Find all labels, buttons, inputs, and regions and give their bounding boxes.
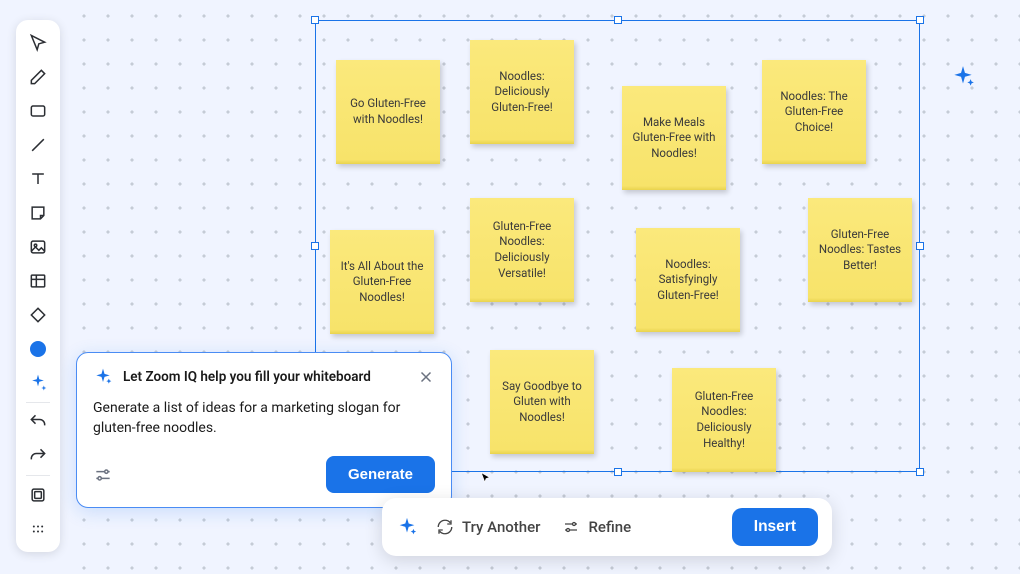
try-another-label: Try Another bbox=[462, 518, 540, 536]
sticky-note[interactable]: Noodles: Deliciously Gluten-Free! bbox=[470, 40, 574, 144]
ai-tool[interactable] bbox=[20, 366, 56, 400]
diamond-icon bbox=[28, 305, 48, 325]
refine-label: Refine bbox=[588, 518, 631, 536]
ai-panel-title: Let Zoom IQ help you fill your whiteboar… bbox=[123, 369, 407, 385]
sparkle-icon bbox=[396, 516, 418, 538]
generate-button[interactable]: Generate bbox=[326, 456, 435, 493]
diamond-tool[interactable] bbox=[20, 298, 56, 332]
text-icon bbox=[28, 169, 48, 189]
ai-assist-panel: Let Zoom IQ help you fill your whiteboar… bbox=[76, 352, 452, 508]
pointer-tool[interactable] bbox=[20, 26, 56, 60]
ai-prompt-text[interactable]: Generate a list of ideas for a marketing… bbox=[93, 399, 435, 438]
table-icon bbox=[28, 271, 48, 291]
image-tool[interactable] bbox=[20, 230, 56, 264]
redo-icon bbox=[28, 446, 48, 466]
resize-handle-tl[interactable] bbox=[311, 16, 319, 24]
pencil-tool[interactable] bbox=[20, 60, 56, 94]
close-icon[interactable] bbox=[417, 368, 435, 386]
ai-action-bar: Try Another Refine Insert bbox=[382, 498, 832, 556]
sparkle-icon bbox=[950, 64, 976, 90]
resize-handle-bm[interactable] bbox=[614, 468, 622, 476]
rectangle-icon bbox=[28, 101, 48, 121]
insert-button[interactable]: Insert bbox=[732, 508, 818, 546]
sticky-text: Gluten-Free Noodles: Deliciously Healthy… bbox=[680, 389, 768, 451]
pointer-icon bbox=[28, 33, 48, 53]
sticky-text: Noodles: Satisfyingly Gluten-Free! bbox=[644, 257, 732, 304]
undo-icon bbox=[28, 412, 48, 432]
more-icon bbox=[28, 519, 48, 539]
sticky-note[interactable]: Say Goodbye to Gluten with Noodles! bbox=[490, 350, 594, 454]
sliders-icon bbox=[562, 518, 580, 536]
frame-icon bbox=[28, 485, 48, 505]
image-icon bbox=[28, 237, 48, 257]
refresh-icon bbox=[436, 518, 454, 536]
resize-handle-br[interactable] bbox=[916, 468, 924, 476]
sticky-note[interactable]: Gluten-Free Noodles: Deliciously Healthy… bbox=[672, 368, 776, 472]
line-tool[interactable] bbox=[20, 128, 56, 162]
pencil-icon bbox=[28, 67, 48, 87]
frame-tool[interactable] bbox=[20, 478, 56, 512]
sticky-note[interactable]: Go Gluten-Free with Noodles! bbox=[336, 60, 440, 164]
sparkle-icon bbox=[93, 367, 113, 387]
sticky-note[interactable]: It's All About the Gluten-Free Noodles! bbox=[330, 230, 434, 334]
sticky-icon bbox=[28, 203, 48, 223]
sticky-text: Noodles: The Gluten-Free Choice! bbox=[770, 89, 858, 136]
try-another-button[interactable]: Try Another bbox=[432, 512, 544, 542]
text-tool[interactable] bbox=[20, 162, 56, 196]
more-tool[interactable] bbox=[20, 512, 56, 546]
settings-icon[interactable] bbox=[93, 465, 113, 485]
resize-handle-ml[interactable] bbox=[311, 242, 319, 250]
undo-tool[interactable] bbox=[20, 405, 56, 439]
tool-toolbar bbox=[16, 20, 60, 552]
sticky-text: Noodles: Deliciously Gluten-Free! bbox=[478, 69, 566, 116]
sticky-note[interactable]: Gluten-Free Noodles: Tastes Better! bbox=[808, 198, 912, 302]
sticky-text: Make Meals Gluten-Free with Noodles! bbox=[630, 115, 718, 162]
refine-button[interactable]: Refine bbox=[558, 512, 635, 542]
separator bbox=[26, 402, 50, 403]
sticky-text: Gluten-Free Noodles: Deliciously Versati… bbox=[478, 219, 566, 281]
sticky-tool[interactable] bbox=[20, 196, 56, 230]
table-tool[interactable] bbox=[20, 264, 56, 298]
resize-handle-tr[interactable] bbox=[916, 16, 924, 24]
sticky-note[interactable]: Make Meals Gluten-Free with Noodles! bbox=[622, 86, 726, 190]
sticky-text: Gluten-Free Noodles: Tastes Better! bbox=[816, 227, 904, 274]
fill-color-tool[interactable] bbox=[20, 332, 56, 366]
sparkle-icon bbox=[28, 373, 48, 393]
sticky-note[interactable]: Noodles: The Gluten-Free Choice! bbox=[762, 60, 866, 164]
sticky-text: Say Goodbye to Gluten with Noodles! bbox=[498, 379, 586, 426]
cursor-icon bbox=[479, 471, 493, 485]
resize-handle-tm[interactable] bbox=[614, 16, 622, 24]
sticky-text: It's All About the Gluten-Free Noodles! bbox=[338, 259, 426, 306]
rectangle-tool[interactable] bbox=[20, 94, 56, 128]
sticky-text: Go Gluten-Free with Noodles! bbox=[344, 96, 432, 127]
redo-tool[interactable] bbox=[20, 439, 56, 473]
color-dot-icon bbox=[30, 341, 46, 357]
line-icon bbox=[28, 135, 48, 155]
ai-sparkle-indicator[interactable] bbox=[950, 64, 976, 94]
resize-handle-mr[interactable] bbox=[916, 242, 924, 250]
sticky-note[interactable]: Gluten-Free Noodles: Deliciously Versati… bbox=[470, 198, 574, 302]
separator bbox=[26, 475, 50, 476]
sticky-note[interactable]: Noodles: Satisfyingly Gluten-Free! bbox=[636, 228, 740, 332]
